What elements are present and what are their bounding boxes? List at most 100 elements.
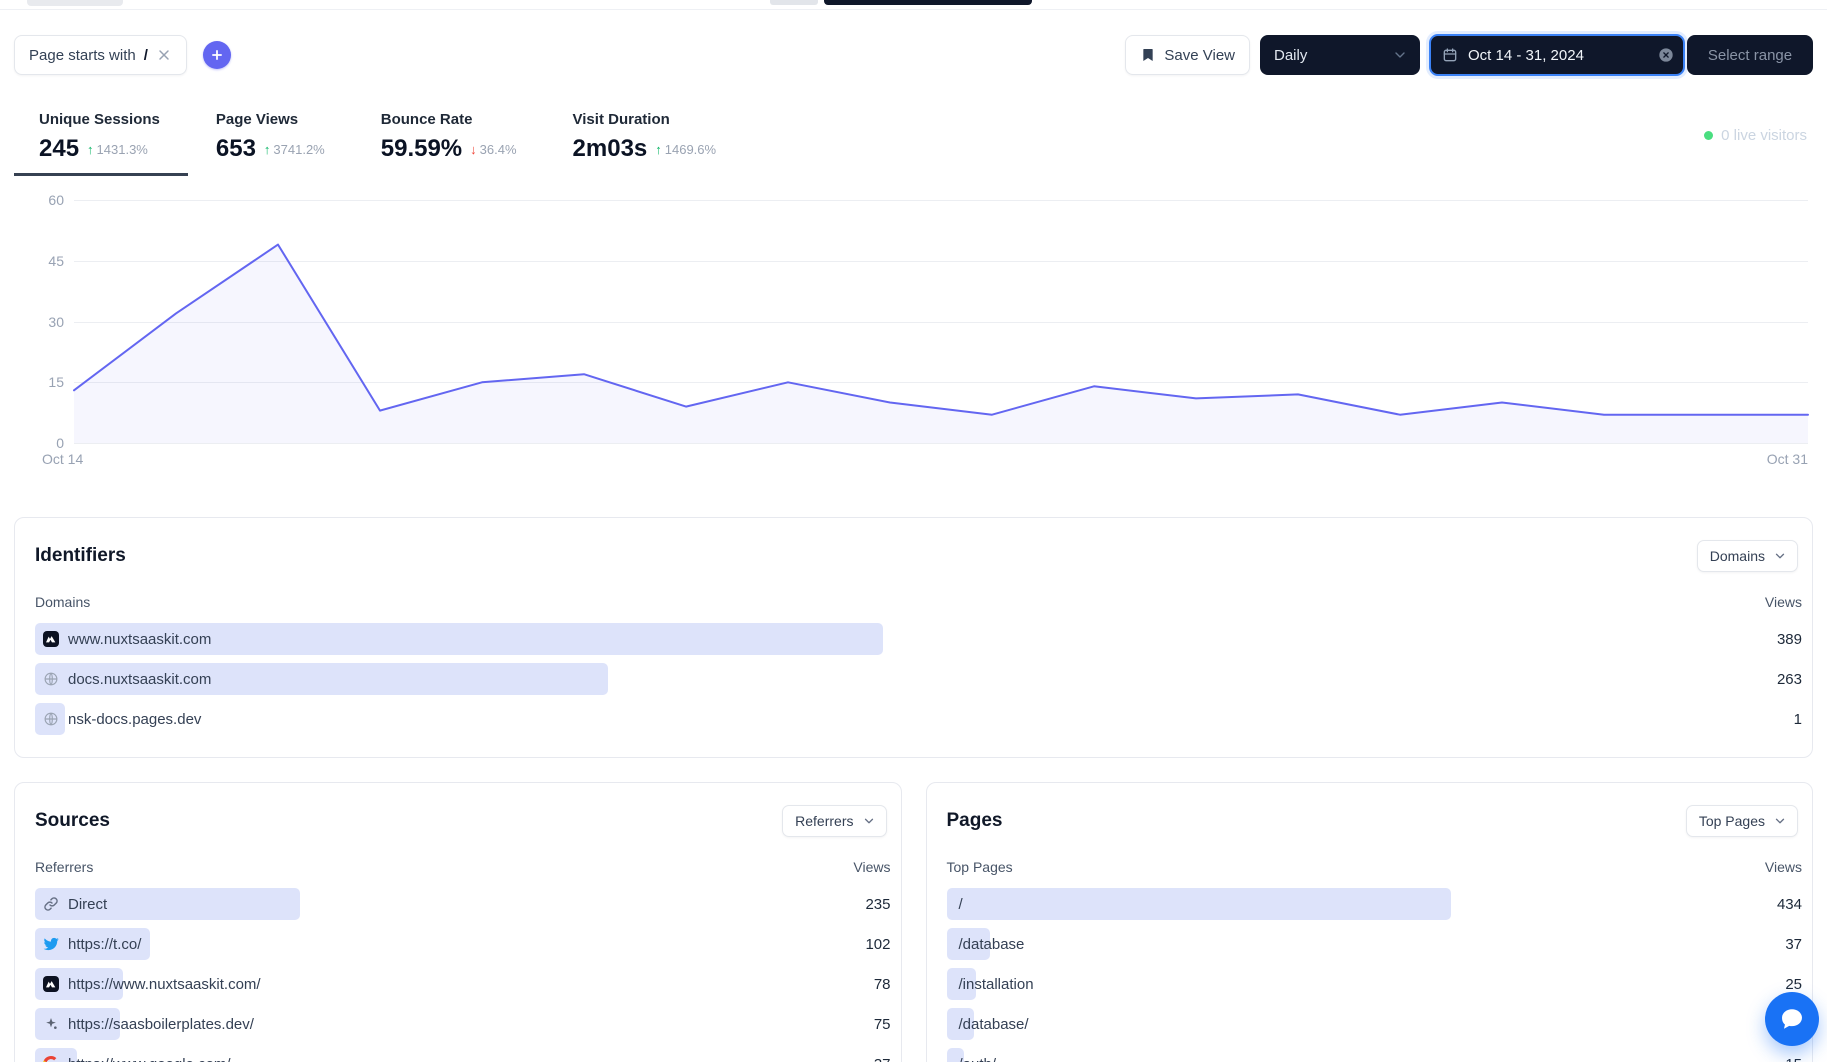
table-row[interactable]: https://www.nuxtsaaskit.com/ 78 bbox=[35, 968, 891, 1000]
stat-tab[interactable]: Bounce Rate 59.59% ↓ 36.4% bbox=[353, 111, 545, 176]
y-axis-tick: 60 bbox=[48, 192, 64, 208]
row-value: 15 bbox=[1785, 1056, 1802, 1062]
row-value: 102 bbox=[865, 936, 890, 953]
sources-column-headers: Referrers Views bbox=[15, 837, 901, 876]
table-row[interactable]: / 434 bbox=[947, 888, 1803, 920]
stat-label: Bounce Rate bbox=[381, 111, 517, 129]
calendar-icon bbox=[1442, 47, 1458, 63]
cutoff-element bbox=[27, 0, 123, 6]
stat-label: Page Views bbox=[216, 111, 325, 129]
link-icon bbox=[43, 896, 59, 912]
stat-value: 59.59% bbox=[381, 135, 462, 163]
delta-percent: 36.4% bbox=[480, 142, 517, 157]
row-value: 235 bbox=[865, 896, 890, 913]
cutoff-element bbox=[824, 0, 1032, 5]
row-value: 25 bbox=[1785, 976, 1802, 993]
date-range-value: Oct 14 - 31, 2024 bbox=[1468, 47, 1584, 64]
stat-delta: ↓ 36.4% bbox=[470, 142, 516, 157]
identifiers-card-header: Identifiers Domains bbox=[15, 518, 1812, 572]
stat-tab[interactable]: Unique Sessions 245 ↑ 1431.3% bbox=[14, 111, 188, 176]
table-row[interactable]: Direct 235 bbox=[35, 888, 891, 920]
stat-tab[interactable]: Page Views 653 ↑ 3741.2% bbox=[188, 111, 353, 176]
row-value: 37 bbox=[1785, 936, 1802, 953]
row-value: 37 bbox=[874, 1056, 891, 1062]
table-row[interactable]: /database/ 24 bbox=[947, 1008, 1803, 1040]
stat-tab[interactable]: Visit Duration 2m03s ↑ 1469.6% bbox=[545, 111, 745, 176]
table-row[interactable]: /database 37 bbox=[947, 928, 1803, 960]
plus-icon bbox=[210, 48, 224, 62]
identifiers-title: Identifiers bbox=[35, 544, 126, 568]
chart-area bbox=[74, 245, 1808, 443]
x-axis-label-start: Oct 14 bbox=[42, 451, 83, 467]
pages-type-value: Top Pages bbox=[1699, 813, 1765, 829]
select-range-button[interactable]: Select range bbox=[1687, 35, 1813, 75]
table-row[interactable]: https://saasboilerplates.dev/ 75 bbox=[35, 1008, 891, 1040]
row-value: 1 bbox=[1794, 711, 1802, 728]
analytics-dashboard: Page starts with / Save View Daily bbox=[0, 0, 1827, 1062]
stat-label: Unique Sessions bbox=[39, 111, 160, 129]
toolbar-right-group: Save View Daily Oct 14 - 31, 2024 bbox=[1125, 35, 1813, 75]
sessions-chart: 60 45 30 15 0 bbox=[74, 200, 1808, 443]
stat-delta: ↑ 3741.2% bbox=[264, 142, 325, 157]
table-row[interactable]: /installation 25 bbox=[947, 968, 1803, 1000]
date-range-input[interactable]: Oct 14 - 31, 2024 bbox=[1430, 35, 1684, 75]
row-value: 389 bbox=[1777, 631, 1802, 648]
table-row[interactable]: www.nuxtsaaskit.com 389 bbox=[35, 623, 1802, 655]
select-range-label: Select range bbox=[1708, 47, 1792, 64]
chevron-down-icon bbox=[1773, 814, 1787, 828]
gridline bbox=[74, 443, 1808, 444]
pages-column-headers: Top Pages Views bbox=[927, 837, 1813, 876]
filter-chip[interactable]: Page starts with / bbox=[14, 35, 187, 75]
row-bar bbox=[947, 888, 1452, 920]
sources-type-select[interactable]: Referrers bbox=[782, 805, 886, 837]
pages-title: Pages bbox=[947, 809, 1003, 833]
table-row[interactable]: https://www.google.com/ 37 bbox=[35, 1048, 891, 1062]
stat-value: 653 bbox=[216, 135, 256, 163]
stat-value: 2m03s bbox=[573, 135, 648, 163]
stat-tabs: Unique Sessions 245 ↑ 1431.3% Page Views… bbox=[14, 111, 744, 176]
delta-arrow-icon: ↑ bbox=[87, 142, 94, 157]
row-label: https://www.google.com/ bbox=[68, 1056, 231, 1062]
identifiers-card: Identifiers Domains Domains Views www.nu… bbox=[14, 517, 1813, 758]
column-header-right: Views bbox=[1765, 859, 1802, 876]
stat-delta: ↑ 1469.6% bbox=[655, 142, 716, 157]
clear-date-icon[interactable] bbox=[1658, 47, 1674, 63]
add-filter-button[interactable] bbox=[203, 41, 231, 69]
bookmark-icon bbox=[1140, 47, 1156, 63]
row-label: https://www.nuxtsaaskit.com/ bbox=[68, 976, 261, 993]
identifiers-column-headers: Domains Views bbox=[15, 572, 1812, 611]
y-axis-tick: 0 bbox=[56, 435, 64, 451]
stat-delta: ↑ 1431.3% bbox=[87, 142, 148, 157]
identifiers-type-select[interactable]: Domains bbox=[1697, 540, 1798, 572]
sources-card: Sources Referrers Referrers Views Direct… bbox=[14, 782, 902, 1062]
table-row[interactable]: docs.nuxtsaaskit.com 263 bbox=[35, 663, 1802, 695]
sources-title: Sources bbox=[35, 809, 110, 833]
row-label: / bbox=[959, 896, 963, 913]
table-row[interactable]: https://t.co/ 102 bbox=[35, 928, 891, 960]
table-row[interactable]: nsk-docs.pages.dev 1 bbox=[35, 703, 1802, 735]
save-view-button[interactable]: Save View bbox=[1125, 35, 1250, 75]
row-label: /database bbox=[959, 936, 1025, 953]
pages-rows: / 434 /database 37 /installation 25 /dat… bbox=[927, 876, 1813, 1062]
stat-value: 245 bbox=[39, 135, 79, 163]
row-value: 434 bbox=[1777, 896, 1802, 913]
row-label: /auth/ bbox=[959, 1056, 997, 1062]
interval-select[interactable]: Daily bbox=[1260, 35, 1420, 75]
column-header-left: Referrers bbox=[35, 859, 93, 876]
filter-toolbar: Page starts with / Save View Daily bbox=[14, 35, 1813, 75]
table-row[interactable]: /auth/ 15 bbox=[947, 1048, 1803, 1062]
x-axis-label-end: Oct 31 bbox=[1767, 451, 1808, 467]
y-axis-tick: 30 bbox=[48, 314, 64, 330]
identifiers-type-value: Domains bbox=[1710, 548, 1765, 564]
chevron-down-icon bbox=[1773, 549, 1787, 563]
remove-filter-icon[interactable] bbox=[156, 47, 172, 63]
row-label: /database/ bbox=[959, 1016, 1029, 1033]
interval-value: Daily bbox=[1274, 47, 1307, 64]
pages-card: Pages Top Pages Top Pages Views / 434 bbox=[926, 782, 1814, 1062]
stat-label: Visit Duration bbox=[573, 111, 717, 129]
live-dot-icon bbox=[1704, 131, 1713, 140]
pages-type-select[interactable]: Top Pages bbox=[1686, 805, 1798, 837]
sources-rows: Direct 235 https://t.co/ 102 https://www… bbox=[15, 876, 901, 1062]
chat-widget-button[interactable] bbox=[1765, 992, 1819, 1046]
y-axis-tick: 45 bbox=[48, 253, 64, 269]
